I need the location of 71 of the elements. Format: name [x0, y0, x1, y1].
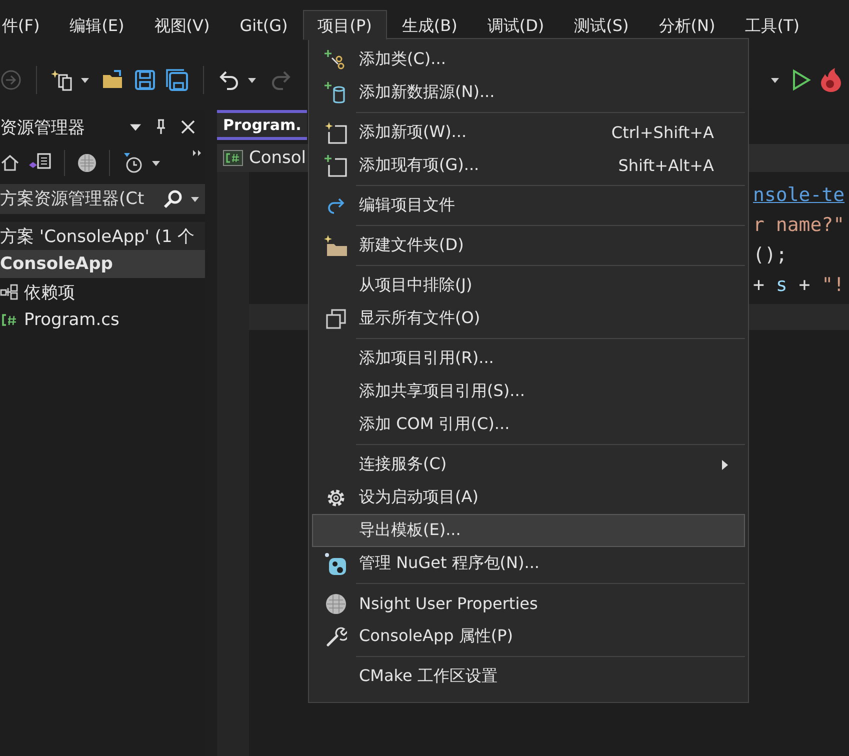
menu-item[interactable]: Nsight User Properties: [312, 587, 745, 620]
submenu-arrow-icon: [722, 460, 728, 470]
menu-item[interactable]: 编辑(E): [54, 10, 140, 42]
menu-item[interactable]: 添加共享项目引用(S)...: [312, 375, 745, 408]
redirect-arrow-icon: [325, 196, 347, 216]
code-line: r name?": [753, 213, 846, 238]
new-project-icon[interactable]: [51, 68, 75, 92]
flame-icon[interactable]: [819, 67, 843, 93]
play-icon[interactable]: [791, 69, 811, 91]
caret-icon[interactable]: [81, 78, 89, 82]
new-folder-icon: [323, 234, 349, 258]
menu-item[interactable]: 调试(D): [472, 10, 560, 42]
package-icon: [324, 552, 348, 576]
menu-item[interactable]: 视图(V): [139, 10, 225, 42]
caret-icon[interactable]: [771, 78, 779, 82]
menu-item[interactable]: 分析(N): [644, 10, 730, 42]
menu-item[interactable]: 生成(B): [386, 10, 472, 42]
wrench-icon: [325, 626, 347, 648]
dependencies-icon: [0, 284, 18, 300]
menu-item[interactable]: 编辑项目文件: [312, 189, 745, 222]
tree-item[interactable]: 方案 'ConsoleApp' (1 个: [0, 222, 205, 250]
menu-item[interactable]: 新建文件夹(D): [312, 229, 745, 262]
menu-item[interactable]: CMake 工作区设置: [312, 660, 745, 693]
pin-icon[interactable]: [155, 119, 167, 135]
menu-item[interactable]: 添加新数据源(N)...: [312, 76, 745, 109]
csharp-icon: [223, 150, 243, 166]
home-icon[interactable]: [0, 153, 20, 173]
tree-item[interactable]: Program.cs: [0, 306, 205, 334]
menu-item[interactable]: Git(G): [224, 10, 303, 42]
tree-item[interactable]: ConsoleApp: [0, 250, 205, 278]
caret-icon[interactable]: [130, 124, 141, 130]
menu-item[interactable]: 设为启动项目(A): [312, 481, 745, 514]
code-line: + s + "!: [753, 273, 846, 298]
menu-item[interactable]: 显示所有文件(O): [312, 302, 745, 335]
overflow-icon[interactable]: [193, 150, 201, 156]
menu-item[interactable]: 连接服务(C): [312, 448, 745, 481]
editor-tab[interactable]: Program.: [217, 110, 308, 140]
caret-icon[interactable]: [152, 160, 160, 166]
csharp-icon: [0, 312, 18, 328]
add-file-icon: [324, 154, 348, 178]
panel-title: 资源管理器: [0, 116, 86, 138]
navbar-dropdown[interactable]: Consol: [249, 148, 306, 168]
save-all-icon[interactable]: [165, 68, 189, 92]
search-field[interactable]: 方案资源管理器(Ct: [0, 184, 205, 214]
menu-item[interactable]: 添加类(C)...: [312, 43, 745, 76]
menu-item[interactable]: 从项目中排除(J): [312, 269, 745, 302]
code-line: ();: [753, 243, 788, 268]
globe-icon[interactable]: [77, 153, 97, 173]
menu-item[interactable]: 添加新项(W)... Ctrl+Shift+A: [312, 116, 745, 149]
copy-icon: [325, 308, 347, 330]
caret-icon[interactable]: [248, 78, 256, 82]
menu-item[interactable]: 项目(P): [302, 10, 387, 40]
close-icon[interactable]: [181, 120, 195, 134]
menu-item[interactable]: 添加项目引用(R)...: [312, 342, 745, 375]
menu-item[interactable]: 件(F): [0, 10, 55, 42]
menu-item[interactable]: 导出模板(E)...: [312, 514, 745, 547]
code-line: nsole-te: [753, 183, 846, 208]
globe-icon: [325, 592, 347, 614]
menu-item[interactable]: 测试(S): [559, 10, 644, 42]
save-icon[interactable]: [133, 68, 157, 92]
search-icon: [163, 189, 183, 209]
tree-item[interactable]: 依赖项: [0, 278, 205, 306]
menu-item[interactable]: 添加 COM 引用(C)...: [312, 408, 745, 441]
menu-item[interactable]: 管理 NuGet 程序包(N)...: [312, 547, 745, 580]
new-item-icon: [324, 120, 348, 144]
caret-icon[interactable]: [191, 196, 199, 202]
clock-icon[interactable]: [122, 152, 144, 174]
menu-item[interactable]: 工具(T): [730, 10, 814, 42]
menu-item[interactable]: ConsoleApp 属性(P): [312, 620, 745, 653]
menu-item[interactable]: 添加现有项(G)... Shift+Alt+A: [312, 149, 745, 182]
database-icon: [324, 80, 348, 104]
